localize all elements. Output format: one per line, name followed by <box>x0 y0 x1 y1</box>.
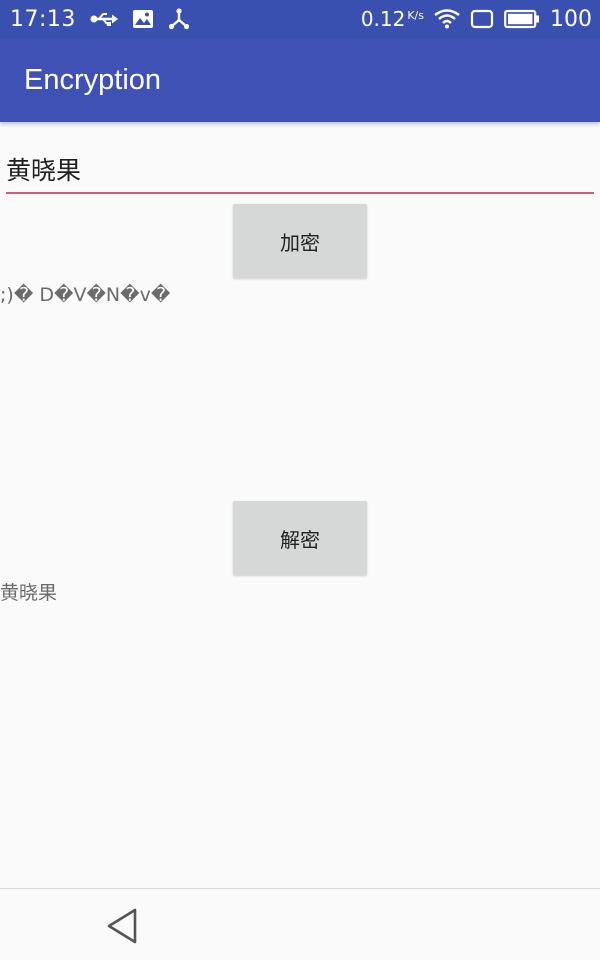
app-title: Encryption <box>24 63 162 96</box>
battery-icon <box>504 9 540 29</box>
encrypt-button[interactable]: 加密 <box>233 204 367 278</box>
decrypted-output: 黄晓果 <box>0 582 58 604</box>
status-left: 17:13 <box>10 7 190 32</box>
network-speed-value: 0.12 <box>360 7 406 31</box>
back-icon[interactable] <box>104 907 140 945</box>
status-right: 0.12 K/s 100 <box>361 7 592 32</box>
wifi-icon <box>434 9 460 29</box>
usb-debug-icon <box>168 8 190 30</box>
battery-percent: 100 <box>550 6 592 32</box>
encrypted-output: ;)� D�V�N�v� <box>0 284 171 306</box>
image-icon <box>132 9 154 29</box>
network-speed: 0.12 K/s <box>361 7 424 31</box>
status-time: 17:13 <box>10 6 76 32</box>
network-speed-unit: K/s <box>407 9 424 22</box>
no-sim-icon <box>470 9 494 29</box>
navigation-bar <box>0 888 600 960</box>
usb-icon <box>90 11 118 27</box>
plaintext-input[interactable] <box>6 150 594 194</box>
status-bar: 17:13 0.12 K/s 100 <box>0 0 600 38</box>
app-bar: Encryption <box>0 38 600 122</box>
decrypt-button[interactable]: 解密 <box>233 501 367 575</box>
